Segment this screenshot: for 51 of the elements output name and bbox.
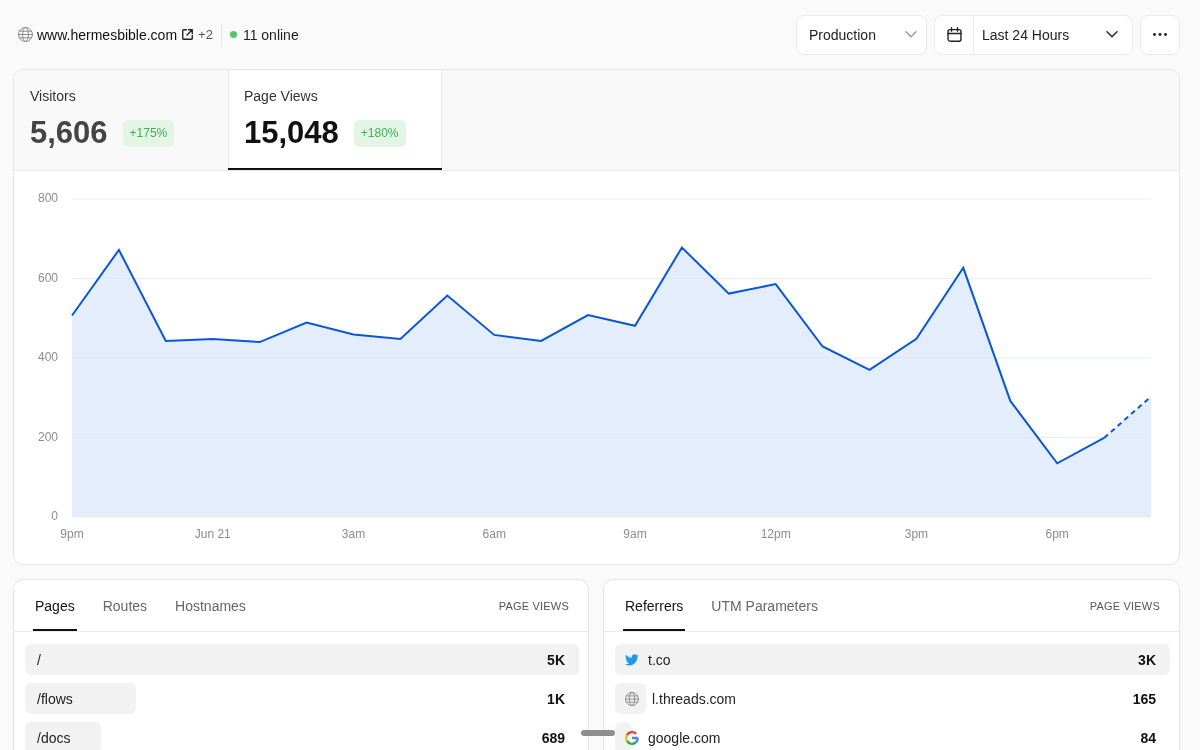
list-row[interactable]: t.co 3K [615, 644, 1170, 675]
change-badge: +180% [353, 119, 406, 147]
scroll-handle[interactable] [581, 730, 615, 736]
x-axis-label: 6pm [1045, 527, 1069, 542]
external-link-icon [182, 29, 194, 40]
more-button[interactable] [1140, 14, 1180, 55]
metric-tab[interactable]: Visitors 5,606 +175% [14, 70, 228, 170]
chevron-down-icon [1106, 31, 1118, 38]
x-axis-label: 9am [623, 527, 647, 542]
y-axis-label: 400 [37, 350, 58, 365]
panel-tab[interactable]: Routes [100, 580, 150, 631]
metric-label: Visitors [30, 87, 76, 105]
metric-value: 15,048 [244, 115, 339, 151]
bird-icon [625, 653, 639, 666]
x-axis-label: 12pm [760, 527, 791, 542]
site-link[interactable]: www.hermesbible.com [37, 26, 194, 43]
chevron-down-icon [905, 31, 917, 38]
y-axis-label: 800 [37, 191, 58, 206]
metric-tab[interactable]: Page Views 15,048 +180% [228, 70, 442, 170]
list-row[interactable]: / 5K [25, 644, 579, 675]
list-row[interactable]: /docs 689 [25, 722, 579, 750]
column-header: PAGE VIEWS [1089, 599, 1160, 612]
online-count: 11 online [242, 26, 299, 43]
date-range-dropdown[interactable]: Last 24 Hours [974, 15, 1132, 54]
environment-dropdown[interactable]: Production [796, 14, 927, 55]
list-row[interactable]: l.threads.com 165 [615, 683, 1170, 714]
x-axis-label: 3am [341, 527, 366, 542]
calendar-icon [946, 27, 962, 42]
change-badge: +175% [122, 119, 175, 147]
ellipsis-icon [1153, 33, 1167, 36]
x-axis-label: Jun 21 [194, 527, 231, 542]
globe-icon [18, 27, 33, 42]
panel-tab[interactable]: Hostnames [173, 580, 248, 631]
x-axis-label: 3pm [904, 527, 929, 542]
panel-tab[interactable]: Pages [33, 580, 77, 631]
column-header: PAGE VIEWS [498, 599, 569, 612]
status-dot-icon [229, 31, 237, 38]
globe-icon [625, 691, 639, 706]
x-axis-label: 9pm [60, 527, 84, 542]
y-axis-label: 200 [37, 429, 58, 444]
list-row[interactable]: google.com 84 [615, 722, 1170, 750]
y-axis-label: 0 [51, 509, 58, 524]
g-logo-icon [625, 730, 639, 745]
metric-label: Page Views [244, 87, 318, 105]
x-axis-label: 6am [482, 527, 506, 542]
domain-count[interactable]: +2 [198, 27, 213, 42]
y-axis-label: 600 [37, 270, 58, 285]
list-row[interactable]: /flows 1K [25, 683, 579, 714]
panel-tab[interactable]: UTM Parameters [709, 580, 820, 631]
metric-value: 5,606 [30, 115, 108, 151]
panel-tab[interactable]: Referrers [623, 580, 686, 631]
